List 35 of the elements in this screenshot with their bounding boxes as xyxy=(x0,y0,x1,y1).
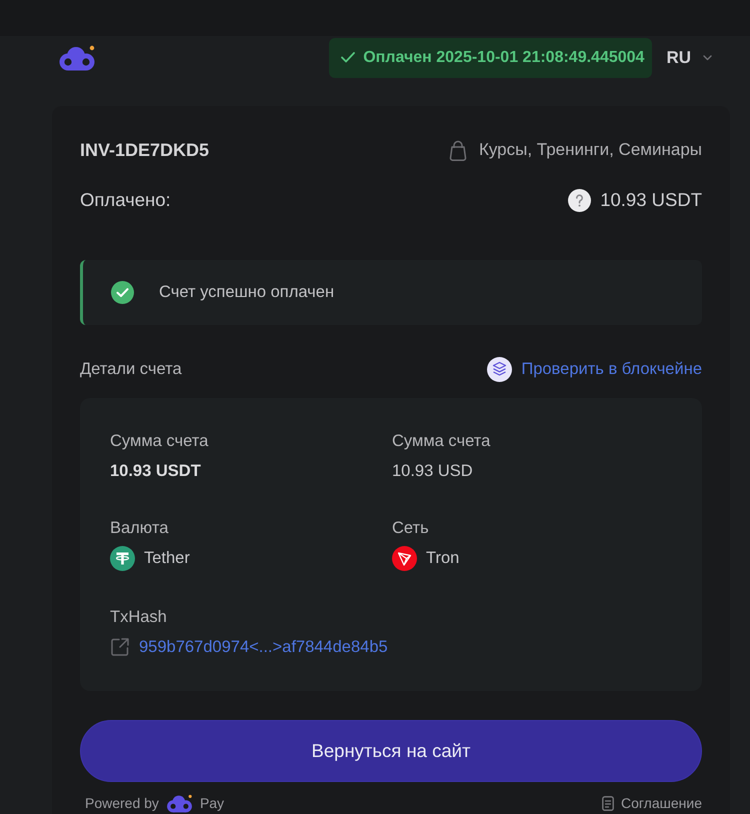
details-heading: Детали счета xyxy=(80,360,182,378)
powered-by-text: Powered by xyxy=(85,795,159,811)
field-label: Сумма счета xyxy=(392,431,490,451)
field-label: Сеть xyxy=(392,518,429,538)
field-value: 10.93 USD xyxy=(392,461,473,481)
t-coin-icon xyxy=(110,546,135,570)
layers-icon xyxy=(487,356,512,382)
brand-name: Pay xyxy=(200,795,224,811)
external-link-icon xyxy=(110,637,130,657)
network-name: Tron xyxy=(426,548,460,568)
paid-amount: 10.93 USDT xyxy=(600,189,702,211)
check-circle-icon xyxy=(111,281,134,304)
check-icon xyxy=(341,52,356,63)
field-value: 10.93 USDT xyxy=(110,461,201,481)
invoice-number: INV-1DE7DKD5 xyxy=(80,140,210,160)
question-icon xyxy=(568,188,592,212)
category-label: Курсы, Тренинги, Семинары xyxy=(478,140,702,160)
field-label: Валюта xyxy=(110,518,168,538)
blockchain-link[interactable]: Проверить в блокчейне xyxy=(487,356,702,382)
paid-label: Оплачено: xyxy=(80,189,171,211)
language-dropdown[interactable]: RU xyxy=(664,48,714,68)
cloud-logo-icon xyxy=(58,44,96,70)
field-label: TxHash xyxy=(110,607,167,627)
status-text: Оплачен 2025-10-01 21:08:49.445004 xyxy=(363,48,644,66)
cloud-logo-icon xyxy=(166,794,193,812)
chevron-down-icon xyxy=(703,54,712,60)
agreement-link[interactable]: Соглашение xyxy=(602,795,702,811)
currency-name: Tether xyxy=(144,548,190,568)
document-icon xyxy=(602,796,614,810)
alert-message: Счет успешно оплачен xyxy=(159,283,334,302)
field-label: Сумма счета xyxy=(110,431,208,451)
bag-icon xyxy=(448,140,467,160)
tx-hash-link[interactable]: 959b767d0974<...>af7844de84b5 xyxy=(110,635,388,659)
triangle-coin-icon xyxy=(392,546,417,570)
return-button[interactable]: Вернуться на сайт xyxy=(80,720,702,782)
